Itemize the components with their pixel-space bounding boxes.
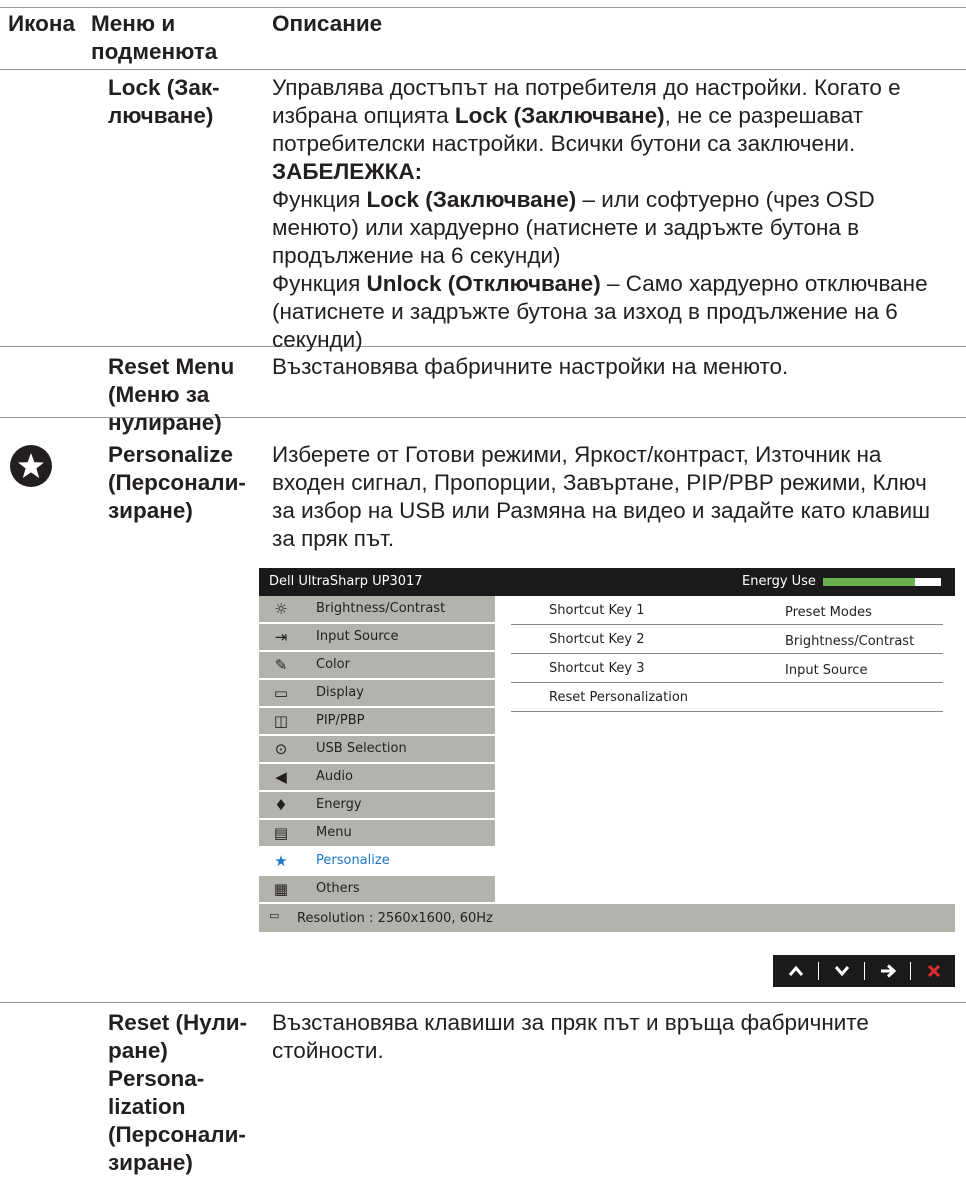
osd-setting-value: Input Source (785, 663, 868, 678)
osd-menu: Dell UltraSharp UP3017 Energy Use ☼ Brigh… (259, 568, 955, 932)
menu-reset-menu: Reset Menu (Меню за нулиране) (108, 353, 234, 437)
osd-menu-item[interactable]: ⇥ Input Source (259, 624, 495, 650)
desc-lock-p1: Управлява достъпът на потребителя до нас… (272, 75, 901, 156)
osd-menu-item-label: Personalize (316, 853, 390, 868)
menu-reset-personalization: Reset (Нули- ране) Persona- lization (Пе… (108, 1009, 247, 1177)
header-menu-column: Меню и подменюта (91, 10, 217, 66)
osd-setting-key: Shortcut Key 1 (549, 603, 645, 618)
chevron-up-icon (788, 965, 803, 976)
header-icon-column: Икона (8, 11, 75, 36)
rule-personalize (0, 1002, 966, 1003)
menu-reset-personalization-line3: Persona- (108, 1066, 205, 1091)
osd-setting-row[interactable]: Reset Personalization (511, 683, 943, 712)
osd-menu-item[interactable]: ☼ Brightness/Contrast (259, 596, 495, 622)
energy-use-bar (823, 578, 941, 586)
energy-use-fill (823, 578, 916, 586)
enter-button[interactable] (865, 955, 910, 987)
resolution-icon: ▭ (269, 909, 280, 922)
osd-menu-item-label: Brightness/Contrast (316, 601, 446, 616)
osd-energy-label: Energy Use (742, 574, 816, 589)
desc-personalize: Изберете от Готови режими, Яркост/контра… (272, 442, 931, 551)
osd-setting-key: Shortcut Key 2 (549, 632, 645, 647)
star-icon: ★ (274, 852, 288, 870)
up-button[interactable] (773, 955, 818, 987)
arrow-right-icon (880, 964, 896, 978)
osd-main-menu: ☼ Brightness/Contrast ⇥ Input Source ✎ Color ▭… (259, 596, 495, 904)
osd-title-bar: Dell UltraSharp UP3017 Energy Use (259, 568, 955, 596)
osd-setting-row[interactable]: Shortcut Key 1 Preset Modes (511, 596, 943, 625)
osd-setting-row[interactable]: Shortcut Key 2 Brightness/Contrast (511, 625, 943, 654)
osd-setting-value: Preset Modes (785, 605, 872, 620)
desc-reset-menu: Възстановява фабричните настройки на мен… (272, 354, 789, 379)
osd-menu-item[interactable]: ▭ Display (259, 680, 495, 706)
osd-menu-item-label: USB Selection (316, 741, 407, 756)
osd-menu-item[interactable]: ▦ Others (259, 876, 495, 902)
palette-icon: ✎ (274, 656, 288, 674)
menu-reset-personalization-line1: Reset (Нули- (108, 1010, 248, 1035)
menu-personalize: Personalize (Персонали- зиране) (108, 441, 246, 525)
osd-setting-row[interactable]: Shortcut Key 3 Input Source (511, 654, 943, 683)
osd-menu-item-label: Menu (316, 825, 352, 840)
menu-reset-personalization-line4: lization (108, 1094, 186, 1119)
mouse-icon: ⊙ (274, 740, 288, 758)
osd-menu-item[interactable]: ◫ PIP/PBP (259, 708, 495, 734)
osd-setting-value: Brightness/Contrast (785, 634, 915, 649)
osd-menu-item-label: Input Source (316, 629, 399, 644)
menu-reset-menu-line2: (Меню за (108, 382, 210, 407)
menu-reset-personalization-line5: (Персонали- (108, 1122, 246, 1147)
osd-menu-item-label: PIP/PBP (316, 713, 365, 728)
others-icon: ▦ (273, 880, 289, 898)
chevron-down-icon (834, 966, 849, 977)
speaker-icon: ◀ (275, 768, 287, 786)
osd-menu-item-label: Color (316, 657, 350, 672)
pip-icon: ◫ (273, 712, 289, 730)
menu-personalize-line3: зиране) (108, 498, 193, 523)
osd-menu-item-label: Energy (316, 797, 362, 812)
osd-setting-key: Reset Personalization (549, 690, 689, 705)
header-menu-line1: Меню и (91, 11, 176, 36)
rule-top (0, 7, 966, 8)
header-description-column: Описание (272, 11, 383, 36)
header-menu-line2: подменюта (91, 39, 218, 64)
osd-menu-item[interactable]: ▤ Menu (259, 820, 495, 846)
desc-reset-personalization: Възстановява клавиши за пряк път и връща… (272, 1010, 869, 1063)
desc-lock-note: ЗАБЕЛЕЖКА: (272, 159, 423, 184)
osd-menu-item[interactable]: ◀ Audio (259, 764, 495, 790)
flame-icon: ♦ (274, 796, 288, 814)
menu-lock-line2: лючване) (108, 103, 214, 128)
osd-menu-item-label: Others (316, 881, 360, 896)
exit-button[interactable] (911, 955, 956, 987)
menu-reset-personalization-line2: ране) (108, 1038, 168, 1063)
menu-personalize-line1: Personalize (108, 442, 234, 467)
desc-lock-p3: Функция Unlock (Отключване) – Само харду… (272, 271, 928, 352)
close-icon (927, 964, 940, 978)
menu-reset-menu-line3: нулиране) (108, 410, 222, 435)
desc-lock: Управлява достъпът на потребителя до нас… (272, 74, 942, 354)
osd-menu-item-label: Display (316, 685, 364, 700)
menu-reset-menu-line1: Reset Menu (108, 354, 235, 379)
osd-resolution: Resolution : 2560x1600, 60Hz (297, 911, 493, 926)
star-icon (10, 445, 52, 487)
sun-icon: ☼ (274, 600, 288, 618)
menu-lock-line1: Lock (Зак- (108, 75, 220, 100)
input-arrow-icon: ⇥ (274, 628, 288, 646)
osd-menu-item-label: Audio (316, 769, 353, 784)
osd-menu-item[interactable]: ✎ Color (259, 652, 495, 678)
osd-nav-buttons (773, 955, 955, 987)
osd-menu-item[interactable]: ⊙ USB Selection (259, 736, 495, 762)
osd-setting-key: Shortcut Key 3 (549, 661, 645, 676)
osd-menu-item[interactable]: ♦ Energy (259, 792, 495, 818)
menu-personalize-line2: (Персонали- (108, 470, 246, 495)
osd-status-bar: ▭ Resolution : 2560x1600, 60Hz (259, 904, 955, 932)
rule-header (0, 69, 966, 70)
osd-menu-item[interactable]: ★ Personalize (259, 848, 495, 874)
down-button[interactable] (819, 955, 864, 987)
osd-model-name: Dell UltraSharp UP3017 (269, 574, 423, 589)
monitor-icon: ▭ (273, 684, 289, 702)
desc-lock-p2: Функция Lock (Заключване) – или софтуерн… (272, 187, 875, 268)
menu-icon: ▤ (273, 824, 289, 842)
menu-reset-personalization-line6: зиране) (108, 1150, 193, 1175)
menu-lock: Lock (Зак- лючване) (108, 74, 220, 130)
